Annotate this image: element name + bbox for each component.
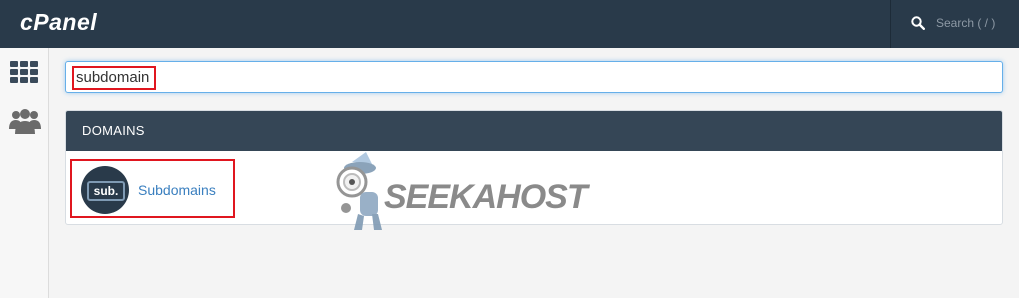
cpanel-logo[interactable]: cPanel xyxy=(20,9,97,36)
domains-panel-title: DOMAINS xyxy=(66,111,1002,151)
subdomains-icon[interactable]: sub. xyxy=(81,166,129,214)
search-input[interactable] xyxy=(76,68,976,86)
header-search[interactable]: Search ( / ) xyxy=(890,0,1019,48)
grid-icon[interactable] xyxy=(10,61,38,83)
users-icon[interactable] xyxy=(9,107,41,135)
mascot-icon xyxy=(336,152,382,230)
subdomains-item[interactable]: sub. Subdomains xyxy=(81,166,241,214)
top-bar: cPanel Search ( / ) xyxy=(0,0,1019,48)
subdomains-icon-text: sub. xyxy=(87,181,125,201)
search-field[interactable] xyxy=(65,61,1003,93)
seekahost-watermark: SEEKAHOST xyxy=(330,148,588,234)
sidebar xyxy=(0,48,49,298)
seekahost-watermark-text: SEEKAHOST xyxy=(384,178,588,216)
search-icon xyxy=(911,16,925,30)
subdomains-link[interactable]: Subdomains xyxy=(138,182,216,198)
header-search-placeholder: Search ( / ) xyxy=(936,16,996,30)
